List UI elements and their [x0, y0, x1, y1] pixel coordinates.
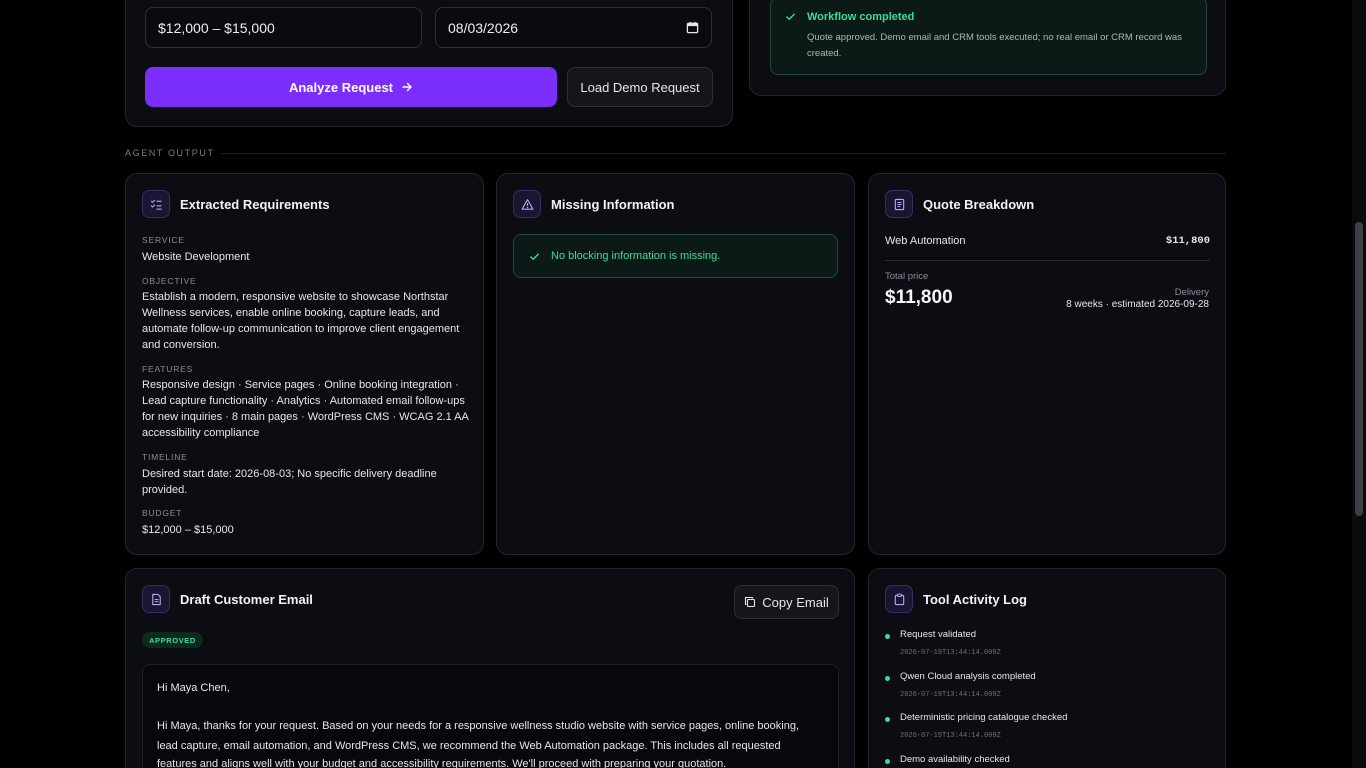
missing-information-card: Missing Information No blocking informat…	[496, 173, 855, 555]
agent-output-section-label: AGENT OUTPUT	[125, 148, 215, 158]
workflow-status-title: Workflow completed	[807, 11, 915, 23]
copy-email-label: Copy Email	[762, 594, 829, 610]
draft-email-header: Draft Customer Email	[142, 585, 313, 613]
load-demo-request-button[interactable]: Load Demo Request	[567, 67, 713, 107]
section-divider	[221, 153, 1226, 154]
log-status-dot	[885, 676, 890, 681]
quote-item-name: Web Automation	[885, 235, 966, 247]
quote-divider	[885, 260, 1210, 261]
approved-badge: APPROVED	[142, 632, 203, 648]
request-form-card: $12,000 – $15,000 08/03/2026 Analyze Req…	[125, 0, 733, 127]
workflow-status-message: Quote approved. Demo email and CRM tools…	[807, 32, 1182, 59]
log-status-dot	[885, 759, 890, 764]
timeline-value: Desired start date: 2026-08-03; No speci…	[142, 468, 437, 496]
analyze-request-label: Analyze Request	[288, 79, 394, 95]
objective-label: OBJECTIVE	[142, 276, 197, 286]
email-body-box: Hi Maya Chen, Hi Maya, thanks for your r…	[142, 664, 839, 768]
tool-activity-log-header: Tool Activity Log	[885, 585, 1027, 613]
quote-breakdown-card: Quote Breakdown Web Automation $11,800 T…	[868, 173, 1226, 555]
receipt-icon	[885, 190, 913, 218]
log-status-dot	[885, 717, 890, 722]
missing-information-header: Missing Information	[513, 190, 675, 218]
log-entry-time: 2026-07-19T13:44:14.009Z	[900, 649, 1001, 657]
total-price-value: $11,800	[885, 287, 953, 308]
analyze-request-button[interactable]: Analyze Request	[145, 67, 557, 107]
service-label: SERVICE	[142, 235, 185, 245]
email-body-line-1: Hi Maya, thanks for your request. Based …	[157, 720, 800, 732]
copy-email-button[interactable]: Copy Email	[734, 585, 839, 619]
email-body-line-3: features and aligns well with your budge…	[157, 758, 727, 768]
log-entry-text: Demo availability checked	[900, 754, 1010, 765]
document-icon	[142, 585, 170, 613]
budget-label: BUDGET	[142, 508, 183, 518]
check-icon	[785, 11, 796, 22]
extracted-requirements-title: Extracted Requirements	[180, 196, 330, 212]
workflow-completed-banner: Workflow completed Quote approved. Demo …	[770, 0, 1207, 75]
timeline-label: TIMELINE	[142, 452, 188, 462]
log-entry-text: Request validated	[900, 629, 977, 640]
log-entry-time: 2026-07-19T13:44:14.009Z	[900, 691, 1001, 699]
budget-value: $12,000 – $15,000	[142, 524, 234, 536]
load-demo-request-label: Load Demo Request	[580, 79, 700, 95]
features-value: Responsive design · Service pages · Onli…	[142, 379, 469, 439]
email-body-line-2: lead capture, email automation, and Word…	[157, 740, 781, 752]
check-icon	[529, 251, 540, 262]
log-entry-text: Qwen Cloud analysis completed	[900, 671, 1036, 682]
service-value: Website Development	[142, 251, 250, 263]
features-label: FEATURES	[142, 364, 194, 374]
quote-breakdown-header: Quote Breakdown	[885, 190, 1034, 218]
draft-email-card: Draft Customer Email Copy Email APPROVED…	[125, 568, 855, 768]
objective-value: Establish a modern, responsive website t…	[142, 291, 460, 351]
warning-icon	[513, 190, 541, 218]
quote-line-item: Web Automation $11,800	[885, 235, 1210, 247]
missing-information-title: Missing Information	[551, 196, 675, 212]
draft-email-title: Draft Customer Email	[180, 591, 313, 607]
email-greeting: Hi Maya Chen,	[157, 682, 230, 694]
log-status-dot	[885, 634, 890, 639]
total-price-label: Total price	[885, 271, 929, 282]
budget-input-value: $12,000 – $15,000	[158, 19, 275, 36]
start-date-value: 08/03/2026	[448, 19, 519, 36]
copy-icon	[744, 596, 756, 608]
quote-breakdown-title: Quote Breakdown	[923, 196, 1035, 212]
calendar-icon[interactable]	[686, 21, 699, 34]
log-entry-time: 2026-07-19T13:44:14.009Z	[900, 732, 1001, 740]
extracted-requirements-card: Extracted Requirements SERVICE Website D…	[125, 173, 484, 555]
quote-item-price: $11,800	[1165, 235, 1210, 247]
arrow-right-icon	[401, 81, 413, 93]
log-entry-text: Deterministic pricing catalogue checked	[900, 712, 1068, 723]
scrollbar-thumb[interactable]	[1355, 222, 1363, 516]
delivery-label: Delivery	[1174, 287, 1209, 298]
scrollbar-track[interactable]	[1352, 0, 1366, 768]
budget-input[interactable]: $12,000 – $15,000	[145, 7, 422, 48]
checklist-icon	[142, 190, 170, 218]
clipboard-icon	[885, 585, 913, 613]
workflow-status-card: Workflow completed Quote approved. Demo …	[749, 0, 1226, 96]
start-date-input[interactable]: 08/03/2026	[435, 7, 712, 48]
tool-activity-log-title: Tool Activity Log	[923, 591, 1027, 607]
delivery-value: 8 weeks · estimated 2026-09-28	[1066, 299, 1209, 310]
no-missing-info-message: No blocking information is missing.	[551, 250, 721, 262]
tool-activity-log-card: Tool Activity Log Request validated 2026…	[868, 568, 1226, 768]
no-missing-info-banner: No blocking information is missing.	[513, 234, 838, 278]
extracted-requirements-header: Extracted Requirements	[142, 190, 330, 218]
